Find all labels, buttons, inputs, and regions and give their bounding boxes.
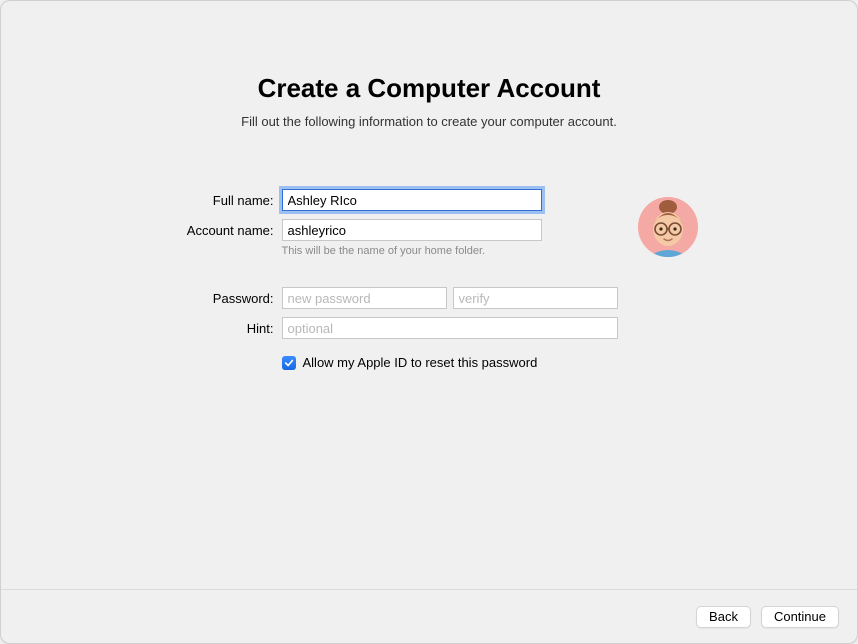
hint-label: Hint: [161,321,276,336]
password-new-input[interactable] [282,287,447,309]
page-subtitle: Fill out the following information to cr… [1,114,857,129]
account-name-label: Account name: [161,223,276,238]
footer: Back Continue [1,589,857,643]
memoji-avatar-icon [638,197,698,257]
content-area: Create a Computer Account Fill out the f… [1,1,857,370]
account-name-input[interactable] [282,219,542,241]
page-title: Create a Computer Account [1,73,857,104]
allow-reset-checkbox[interactable] [282,356,296,370]
password-row [282,287,618,309]
continue-button[interactable]: Continue [761,606,839,628]
full-name-label: Full name: [161,193,276,208]
back-button[interactable]: Back [696,606,751,628]
form-area: Full name: Account name: This will be th… [1,189,857,370]
password-verify-input[interactable] [453,287,618,309]
hint-input[interactable] [282,317,618,339]
full-name-input[interactable] [282,189,542,211]
checkmark-icon [284,358,294,368]
form-grid: Full name: Account name: This will be th… [161,189,618,370]
allow-reset-row[interactable]: Allow my Apple ID to reset this password [282,355,618,370]
setup-window: Create a Computer Account Fill out the f… [0,0,858,644]
avatar[interactable] [638,197,698,257]
account-name-helper: This will be the name of your home folde… [282,245,618,257]
allow-reset-label: Allow my Apple ID to reset this password [303,355,538,370]
password-label: Password: [161,291,276,306]
